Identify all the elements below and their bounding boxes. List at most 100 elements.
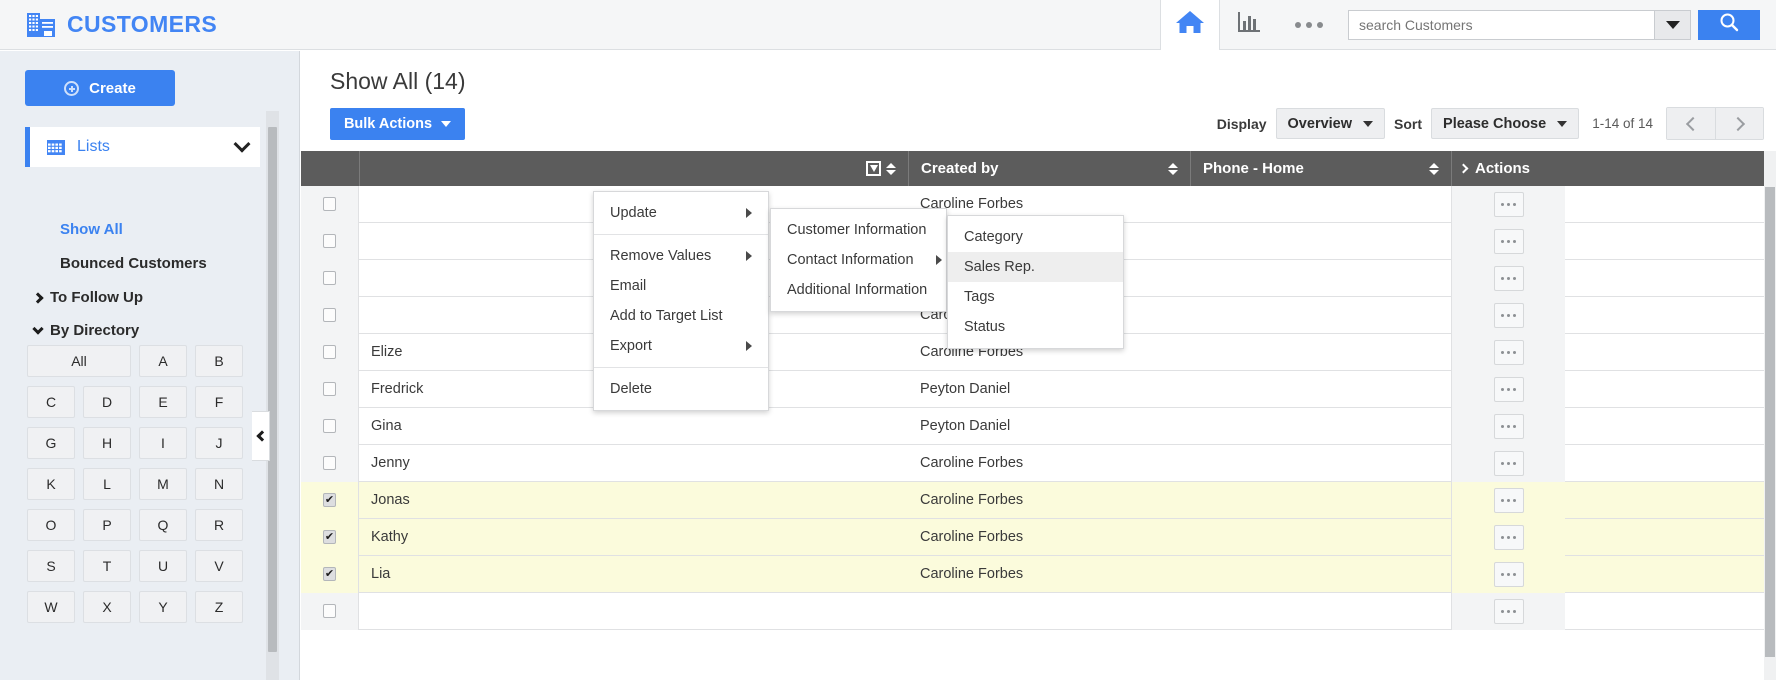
table-row[interactable]: Gina Peyton Daniel xyxy=(301,407,1776,445)
sidebar-scrollbar-thumb[interactable] xyxy=(268,127,277,652)
row-checkbox[interactable] xyxy=(323,308,336,322)
row-actions-button[interactable] xyxy=(1493,487,1524,513)
sidebar-group-to-follow-up[interactable]: To Follow Up xyxy=(32,289,143,306)
menu-item-email[interactable]: Email xyxy=(594,271,768,301)
row-name[interactable] xyxy=(359,593,908,630)
menu-item-update[interactable]: Update xyxy=(594,198,768,228)
row-checkbox[interactable] xyxy=(323,382,336,396)
alphabet-filter-l[interactable]: L xyxy=(83,468,131,500)
home-button[interactable] xyxy=(1161,0,1219,50)
row-name[interactable]: Lia xyxy=(359,556,908,593)
submenu2-item-tags[interactable]: Tags xyxy=(948,282,1123,312)
row-actions-button[interactable] xyxy=(1493,561,1524,587)
alphabet-filter-b[interactable]: B xyxy=(195,345,243,377)
alphabet-filter-x[interactable]: X xyxy=(83,591,131,623)
sort-arrows-icon[interactable] xyxy=(1168,162,1178,175)
sidebar-item-bounced-customers[interactable]: Bounced Customers xyxy=(60,255,207,272)
table-row[interactable]: Lia Caroline Forbes xyxy=(301,555,1776,593)
alphabet-filter-w[interactable]: W xyxy=(27,591,75,623)
submenu-item-contact-information[interactable]: Contact Information xyxy=(771,245,946,275)
alphabet-filter-a[interactable]: A xyxy=(139,345,187,377)
alphabet-filter-t[interactable]: T xyxy=(83,550,131,582)
alphabet-filter-k[interactable]: K xyxy=(27,468,75,500)
alphabet-filter-d[interactable]: D xyxy=(83,386,131,418)
row-checkbox[interactable] xyxy=(323,419,336,433)
table-row[interactable]: Fredrick Peyton Daniel xyxy=(301,370,1776,408)
row-checkbox[interactable] xyxy=(323,530,336,544)
table-row[interactable]: Kathy Caroline Forbes xyxy=(301,518,1776,556)
alphabet-filter-o[interactable]: O xyxy=(27,509,75,541)
row-actions-button[interactable] xyxy=(1493,228,1524,254)
alphabet-filter-r[interactable]: R xyxy=(195,509,243,541)
row-name[interactable]: Gina xyxy=(359,408,908,445)
alphabet-filter-y[interactable]: Y xyxy=(139,591,187,623)
alphabet-filter-m[interactable]: M xyxy=(139,468,187,500)
bulk-actions-button[interactable]: Bulk Actions xyxy=(330,108,465,140)
row-actions-button[interactable] xyxy=(1493,413,1524,439)
alphabet-filter-h[interactable]: H xyxy=(83,427,131,459)
submenu2-item-sales-rep[interactable]: Sales Rep. xyxy=(948,252,1123,282)
submenu-item-customer-information[interactable]: Customer Information xyxy=(771,215,955,245)
table-header-created-by[interactable]: Created by xyxy=(908,151,1190,186)
search-button[interactable] xyxy=(1698,9,1760,40)
table-row[interactable] xyxy=(301,592,1776,630)
sort-arrows-icon[interactable] xyxy=(886,162,896,175)
alphabet-filter-i[interactable]: I xyxy=(139,427,187,459)
table-header-name[interactable] xyxy=(359,151,908,186)
alphabet-filter-p[interactable]: P xyxy=(83,509,131,541)
sidebar-group-by-directory[interactable]: By Directory xyxy=(32,322,139,339)
sidebar-item-show-all[interactable]: Show All xyxy=(60,221,123,238)
table-header-phone-home[interactable]: Phone - Home xyxy=(1190,151,1451,186)
reports-button[interactable] xyxy=(1220,0,1278,50)
filter-icon[interactable] xyxy=(866,161,881,176)
alphabet-filter-f[interactable]: F xyxy=(195,386,243,418)
table-scrollbar-thumb[interactable] xyxy=(1765,187,1775,657)
alphabet-filter-j[interactable]: J xyxy=(195,427,243,459)
row-checkbox[interactable] xyxy=(323,567,336,581)
menu-item-add-to-target-list[interactable]: Add to Target List xyxy=(594,301,768,331)
row-checkbox[interactable] xyxy=(323,271,336,285)
row-checkbox[interactable] xyxy=(323,345,336,359)
row-checkbox[interactable] xyxy=(323,493,336,507)
alphabet-filter-s[interactable]: S xyxy=(27,550,75,582)
sidebar-collapse-button[interactable] xyxy=(252,411,270,461)
table-header-select-all[interactable] xyxy=(301,151,359,186)
row-actions-button[interactable] xyxy=(1493,450,1524,476)
submenu-item-additional-information[interactable]: Additional Information xyxy=(771,275,956,305)
alphabet-filter-c[interactable]: C xyxy=(27,386,75,418)
alphabet-filter-g[interactable]: G xyxy=(27,427,75,459)
row-actions-button[interactable] xyxy=(1493,339,1524,365)
sidebar-item-lists[interactable]: Lists xyxy=(25,127,260,167)
table-row[interactable]: Jonas Caroline Forbes xyxy=(301,481,1776,519)
more-menu-button[interactable] xyxy=(1278,0,1340,50)
alphabet-filter-e[interactable]: E xyxy=(139,386,187,418)
search-input[interactable] xyxy=(1348,9,1654,40)
menu-item-remove-values[interactable]: Remove Values xyxy=(594,241,768,271)
row-checkbox[interactable] xyxy=(323,456,336,470)
search-scope-dropdown[interactable] xyxy=(1654,9,1691,40)
row-checkbox[interactable] xyxy=(323,197,336,211)
menu-item-delete[interactable]: Delete xyxy=(594,374,768,404)
table-header-actions[interactable]: Actions xyxy=(1451,151,1565,186)
alphabet-filter-n[interactable]: N xyxy=(195,468,243,500)
alphabet-filter-z[interactable]: Z xyxy=(195,591,243,623)
row-name[interactable]: Kathy xyxy=(359,519,908,556)
sort-select[interactable]: Please Choose xyxy=(1431,108,1580,139)
menu-item-export[interactable]: Export xyxy=(594,331,768,361)
row-actions-button[interactable] xyxy=(1493,302,1524,328)
submenu2-item-category[interactable]: Category xyxy=(948,222,1123,252)
row-actions-button[interactable] xyxy=(1493,191,1524,217)
alphabet-filter-q[interactable]: Q xyxy=(139,509,187,541)
row-actions-button[interactable] xyxy=(1493,598,1524,624)
create-button[interactable]: Create xyxy=(25,70,175,106)
table-row[interactable]: Jenny Caroline Forbes xyxy=(301,444,1776,482)
row-actions-button[interactable] xyxy=(1493,265,1524,291)
alphabet-filter-all[interactable]: All xyxy=(27,345,131,377)
submenu2-item-status[interactable]: Status xyxy=(948,312,1123,342)
row-actions-button[interactable] xyxy=(1493,524,1524,550)
row-checkbox[interactable] xyxy=(323,234,336,248)
prev-page-button[interactable] xyxy=(1667,108,1715,139)
display-select[interactable]: Overview xyxy=(1275,108,1386,139)
row-actions-button[interactable] xyxy=(1493,376,1524,402)
alphabet-filter-u[interactable]: U xyxy=(139,550,187,582)
